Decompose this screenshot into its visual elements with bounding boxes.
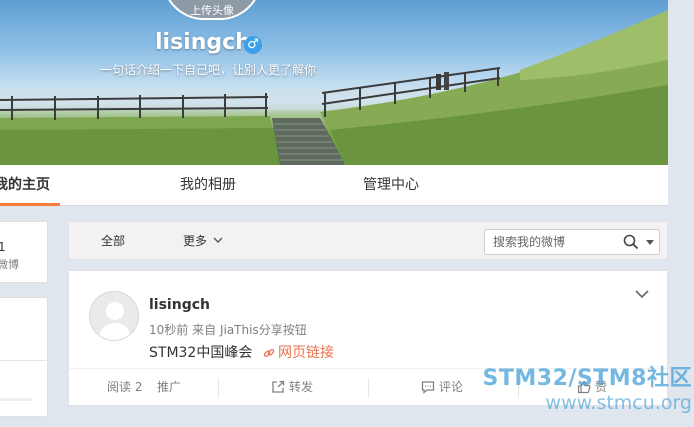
- action-divider: [518, 378, 519, 398]
- male-gender-icon: ♂: [244, 36, 262, 54]
- comment-button[interactable]: 评论: [421, 369, 463, 406]
- like-label: 赞: [595, 380, 608, 394]
- comment-label: 评论: [439, 380, 464, 394]
- weibo-count[interactable]: 1: [0, 240, 6, 254]
- profile-tab-bar: 我的主页 我的相册 管理中心: [0, 165, 668, 206]
- read-label: 阅读: [107, 380, 132, 394]
- avatar[interactable]: [89, 291, 139, 341]
- post-action-bar: 阅读 2 推广 转发 评论 赞: [69, 368, 667, 406]
- sidebar-divider: [0, 398, 32, 401]
- filter-more-label: 更多: [183, 234, 208, 248]
- weibo-count-label: 微博: [0, 258, 19, 271]
- post-menu-chevron-icon[interactable]: [635, 289, 649, 299]
- tab-my-album[interactable]: 我的相册: [180, 165, 236, 206]
- weibo-search-input[interactable]: [485, 230, 615, 254]
- action-divider: [368, 378, 369, 398]
- profile-cover: 上传头像 lisingch ♂ 一句话介绍一下自己吧，让别人更了解你: [0, 0, 668, 165]
- cover-landscape-image: [0, 10, 668, 165]
- post-source-link[interactable]: JiaThis分享按钮: [220, 323, 307, 337]
- post-author-name[interactable]: lisingch: [149, 297, 210, 313]
- weibo-post-card: lisingch 10秒前 来自 JiaThis分享按钮 STM32中国峰会 网…: [68, 270, 668, 406]
- repost-label: 转发: [289, 380, 314, 394]
- like-button[interactable]: 赞: [577, 369, 607, 406]
- sidebar-stats-card: 1 微博: [0, 221, 48, 283]
- post-web-link-label: 网页链接: [278, 345, 334, 361]
- post-from-label: 来自: [192, 323, 217, 337]
- read-count: 2: [134, 380, 143, 394]
- search-icon[interactable]: [623, 234, 639, 250]
- post-text: STM32中国峰会: [149, 345, 253, 361]
- thumbs-up-icon: [577, 380, 591, 394]
- post-meta: 10秒前 来自 JiaThis分享按钮: [149, 321, 307, 338]
- filter-more-dropdown[interactable]: 更多: [183, 222, 223, 260]
- chevron-down-icon: [213, 237, 223, 243]
- post-web-link[interactable]: 网页链接: [263, 342, 334, 362]
- comment-icon: [421, 381, 435, 394]
- avatar-upload-button[interactable]: 上传头像: [162, 0, 262, 20]
- sidebar-divider: [0, 360, 48, 361]
- profile-name: lisingch: [155, 30, 251, 55]
- avatar-upload-label: 上传头像: [190, 4, 234, 17]
- post-time[interactable]: 10秒前: [149, 323, 188, 337]
- action-divider: [218, 378, 219, 398]
- repost-icon: [272, 380, 285, 393]
- search-options-caret-icon[interactable]: [646, 240, 654, 245]
- profile-bio[interactable]: 一句话介绍一下自己吧，让别人更了解你: [100, 61, 316, 78]
- feed-filter-bar: 全部 更多: [68, 221, 668, 260]
- tab-management-center[interactable]: 管理中心: [363, 165, 419, 206]
- tab-my-home[interactable]: 我的主页: [0, 165, 60, 206]
- weibo-search-box: [484, 229, 660, 255]
- promote-button[interactable]: 推广: [157, 369, 181, 406]
- link-icon: [263, 349, 275, 357]
- sidebar-info-card: [0, 297, 48, 417]
- default-user-icon: [99, 302, 131, 340]
- repost-button[interactable]: 转发: [271, 369, 313, 406]
- filter-all[interactable]: 全部: [101, 222, 125, 260]
- post-read-count: 阅读 2: [107, 369, 142, 406]
